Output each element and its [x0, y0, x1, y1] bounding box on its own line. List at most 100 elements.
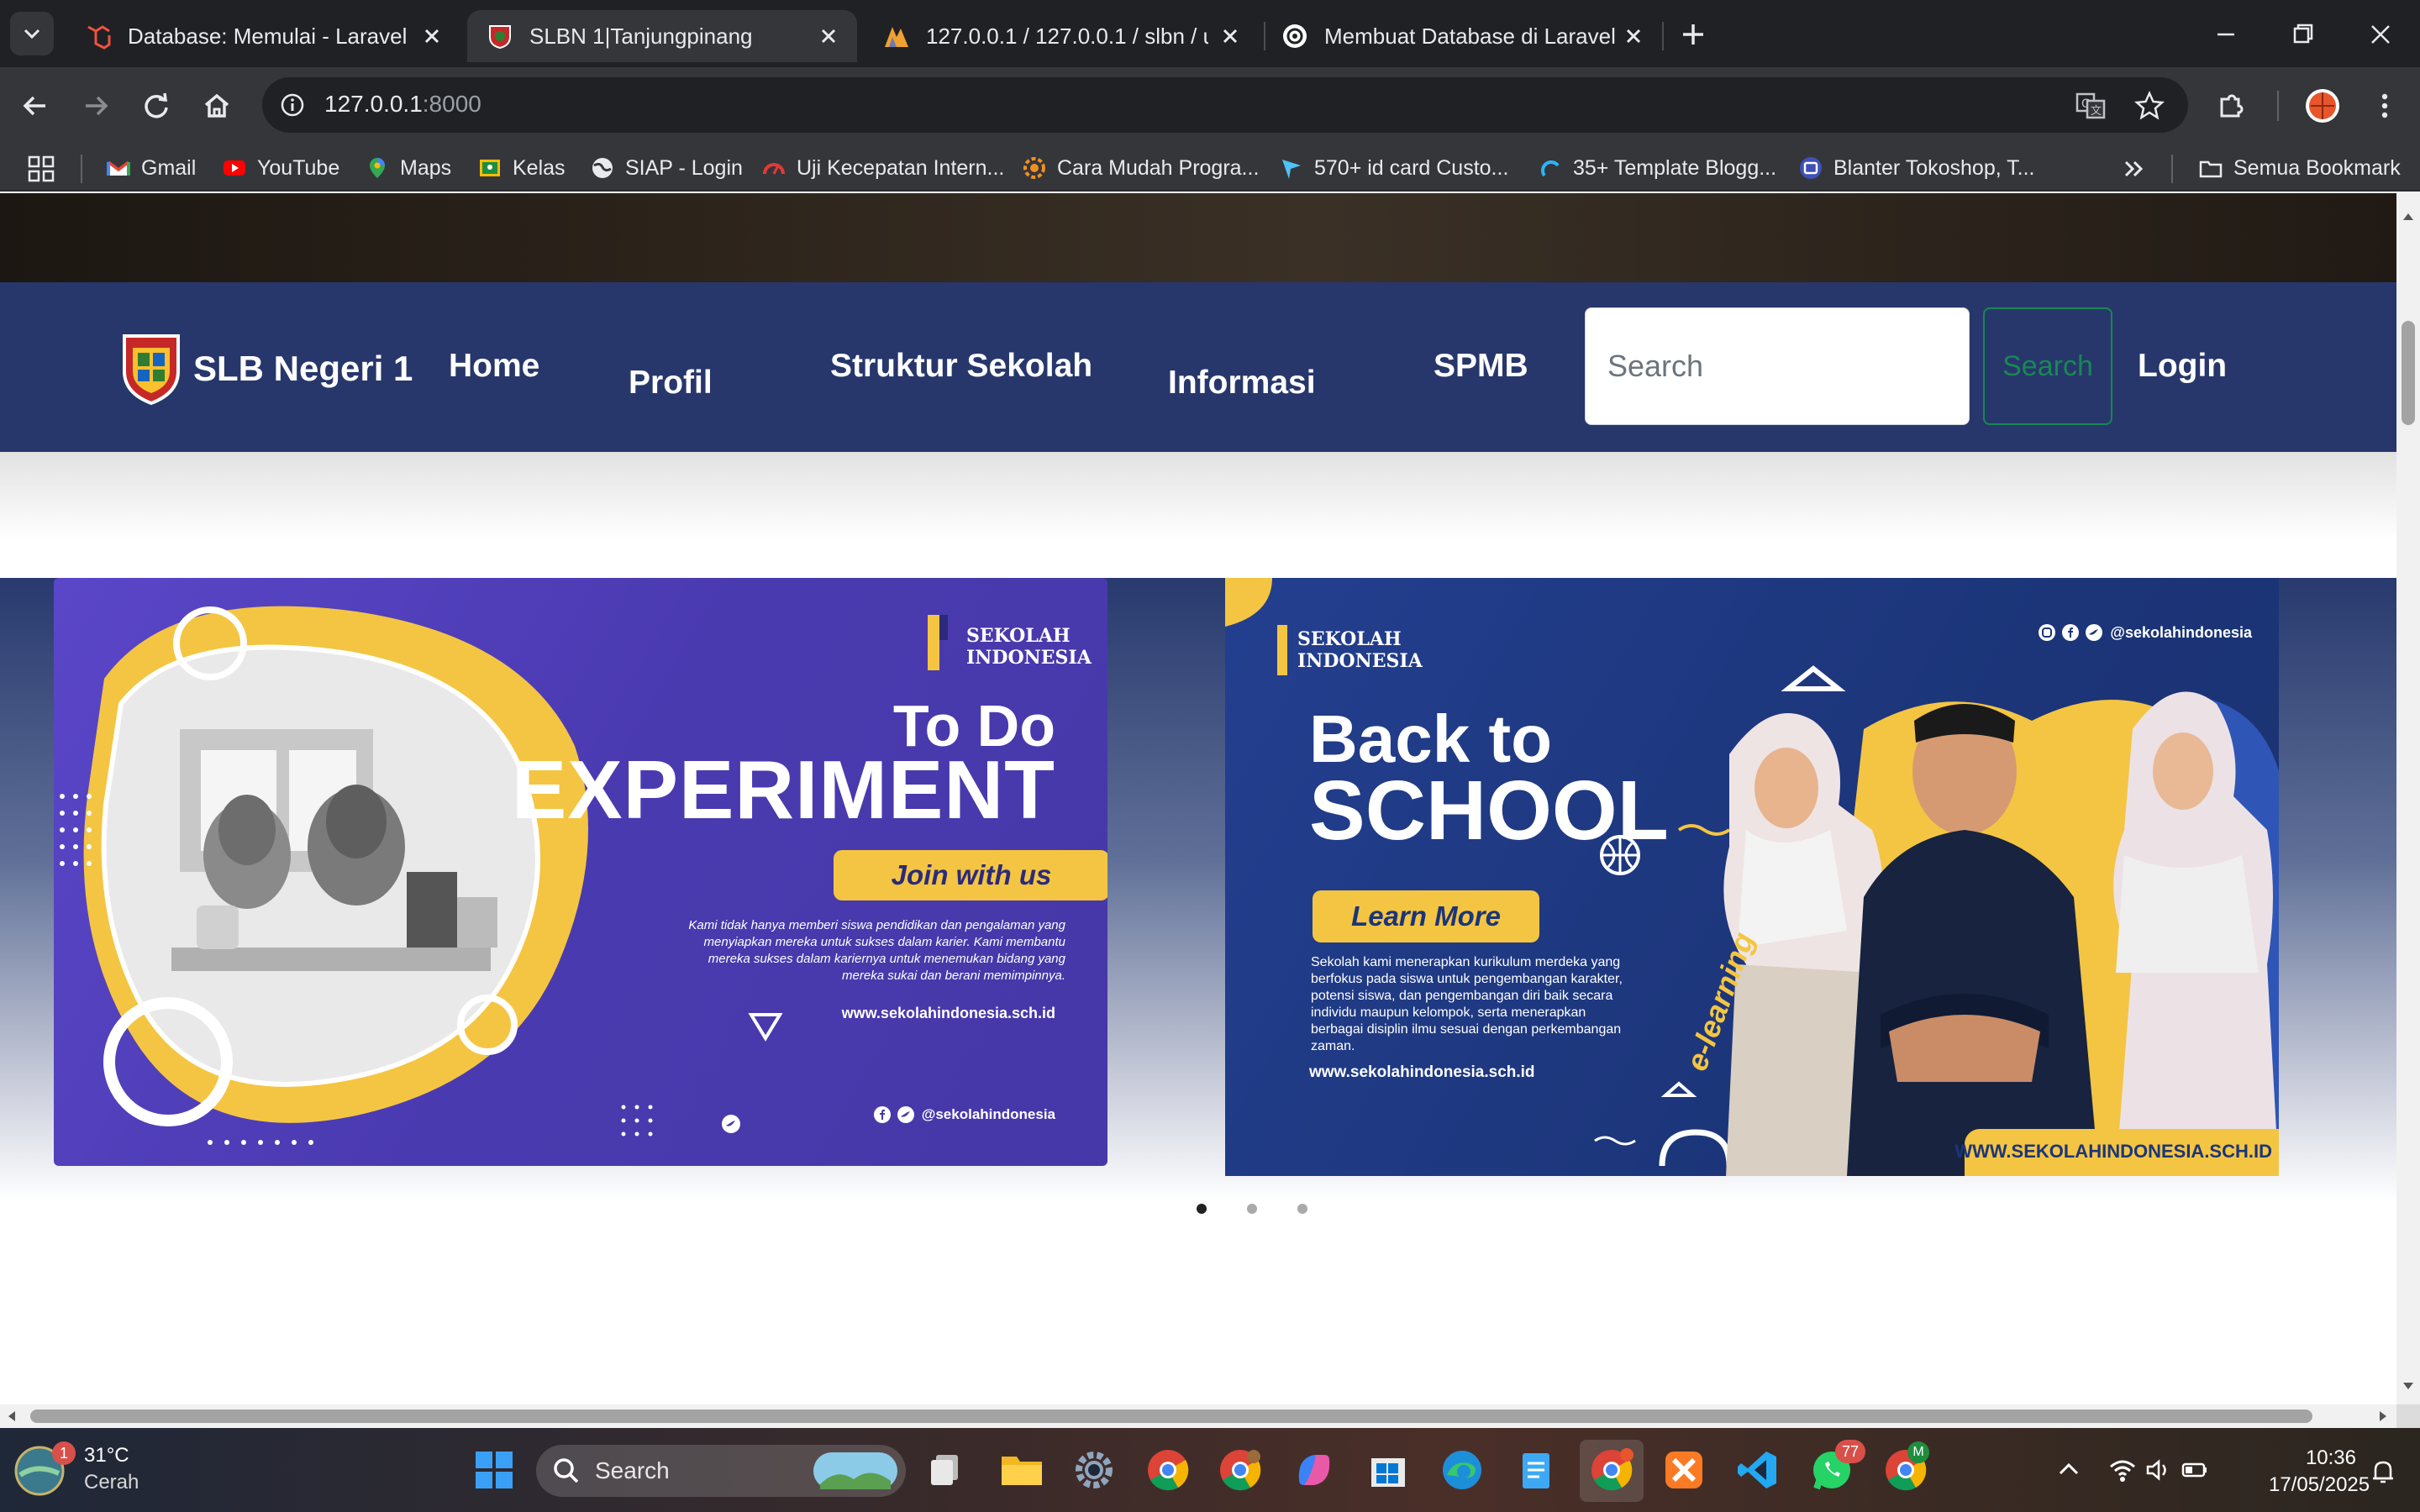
vertical-scroll-thumb[interactable]	[2402, 321, 2415, 425]
volume-icon[interactable]	[2143, 1455, 2173, 1485]
tab-laravel-docs[interactable]: Database: Memulai - Laravel 11	[66, 10, 460, 62]
slide-2-brand-line: SEKOLAH	[1297, 628, 1402, 650]
nav-spmb[interactable]: SPMB	[1434, 348, 1528, 385]
task-view-icon[interactable]	[924, 1446, 971, 1494]
bookmark-youtube[interactable]: YouTube	[222, 150, 339, 186]
battery-icon[interactable]	[2180, 1455, 2210, 1485]
vertical-scrollbar[interactable]	[2396, 193, 2420, 1404]
show-hidden-icons-icon[interactable]	[2054, 1455, 2084, 1485]
new-tab-icon[interactable]	[1676, 17, 1711, 52]
translate-icon[interactable]: G文	[2074, 89, 2107, 123]
nav-home[interactable]: Home	[449, 348, 539, 385]
slide-2-brand-mark	[1277, 625, 1287, 675]
carousel-slide-2[interactable]: SEKOLAH INDONESIA @sekolahindonesia Back…	[1225, 578, 2279, 1176]
bookmark-template-blogger[interactable]: 35+ Template Blogg...	[1538, 150, 1776, 186]
close-icon[interactable]	[1620, 23, 1647, 50]
settings-gear-icon[interactable]	[1071, 1446, 1118, 1494]
close-window-icon[interactable]	[2363, 17, 2398, 52]
all-bookmarks[interactable]: Semua Bookmark	[2198, 150, 2401, 186]
carousel-indicator-1[interactable]	[1197, 1204, 1207, 1214]
menu-kebab-icon[interactable]	[2366, 87, 2403, 124]
profile-avatar[interactable]	[2304, 87, 2341, 124]
slide-1-website: www.sekolahindonesia.sch.id	[841, 1005, 1055, 1021]
tab-search-button[interactable]	[10, 12, 54, 55]
scroll-up-icon[interactable]	[2400, 208, 2417, 225]
clock[interactable]: 10:36 17/05/2025	[2269, 1445, 2370, 1499]
bookmark-id-card[interactable]: 570+ id card Custo...	[1279, 150, 1508, 186]
slide-1-social-handle: @sekolahindonesia	[921, 1106, 1055, 1122]
slide-2-social-handle: @sekolahindonesia	[2110, 623, 2252, 641]
vscode-icon[interactable]	[1734, 1446, 1781, 1494]
nav-profil[interactable]: Profil	[629, 365, 713, 402]
search-input[interactable]	[1585, 307, 1970, 425]
file-explorer-icon[interactable]	[998, 1446, 1045, 1494]
notepad-icon[interactable]	[1512, 1446, 1560, 1494]
scroll-left-icon[interactable]	[3, 1408, 20, 1425]
laravel-icon	[87, 25, 111, 50]
url-port: :8000	[422, 91, 481, 117]
url-text[interactable]: 127.0.0.1:8000	[324, 91, 481, 118]
apps-grid-icon[interactable]	[27, 155, 55, 183]
bookmark-maps[interactable]: Maps	[365, 150, 451, 186]
scroll-right-icon[interactable]	[2375, 1408, 2391, 1425]
forward-arrow-icon[interactable]	[77, 87, 114, 124]
notification-bell-icon[interactable]	[2368, 1457, 2398, 1487]
home-icon[interactable]	[198, 87, 235, 124]
nav-informasi[interactable]: Informasi	[1168, 365, 1316, 402]
bookmark-speedtest[interactable]: Uji Kecepatan Intern...	[761, 150, 1004, 186]
restore-icon[interactable]	[2286, 17, 2321, 52]
wifi-icon[interactable]	[2107, 1455, 2138, 1485]
back-arrow-icon[interactable]	[17, 87, 54, 124]
slide-1-body-line: mereka sukses dalam kariernya untuk mene…	[708, 952, 1065, 966]
nav-login[interactable]: Login	[2138, 348, 2227, 385]
tab-chatgpt[interactable]: Membuat Database di Laravel	[1262, 10, 1662, 62]
xampp-icon[interactable]	[1660, 1446, 1707, 1494]
carousel-indicator-3[interactable]	[1297, 1204, 1307, 1214]
reload-icon[interactable]	[138, 87, 175, 124]
gear-logo-icon	[1023, 157, 1045, 179]
bookmark-gmail[interactable]: Gmail	[106, 150, 196, 186]
scroll-down-icon[interactable]	[2400, 1378, 2417, 1394]
extensions-icon[interactable]	[2213, 87, 2250, 124]
more-bookmarks-icon[interactable]	[2119, 155, 2148, 183]
tab-slbn[interactable]: SLBN 1|Tanjungpinang	[467, 10, 857, 62]
edge-icon[interactable]	[1439, 1446, 1486, 1494]
brand[interactable]: SLB Negeri 1	[118, 331, 413, 407]
taskbar-active-chrome[interactable]	[1580, 1440, 1644, 1502]
slide-2-cta[interactable]: Learn More	[1313, 890, 1539, 942]
search-button[interactable]: Search	[1983, 307, 2112, 425]
horizontal-scroll-thumb[interactable]	[30, 1410, 2312, 1423]
site-info-icon[interactable]	[279, 92, 306, 118]
nav-struktur-sekolah[interactable]: Struktur Sekolah	[830, 348, 1092, 385]
close-icon[interactable]	[815, 23, 842, 50]
horizontal-scrollbar[interactable]	[0, 1404, 2396, 1428]
taskbar-chrome-profile-m[interactable]: M	[1882, 1441, 1929, 1494]
tab-phpmyadmin[interactable]: 127.0.0.1 / 127.0.0.1 / slbn / use	[864, 10, 1259, 62]
carousel-indicator-2[interactable]	[1247, 1204, 1257, 1214]
bookmark-star-icon[interactable]	[2133, 89, 2166, 123]
copilot-icon[interactable]	[1291, 1446, 1338, 1494]
whatsapp-badge: 77	[1835, 1440, 1865, 1463]
close-icon[interactable]	[1217, 23, 1244, 50]
weather-widget[interactable]: 1 31°C Cerah	[12, 1441, 139, 1497]
bookmark-siap-login[interactable]: SIAP - Login	[590, 150, 743, 186]
bookmark-cara-mudah[interactable]: Cara Mudah Progra...	[1022, 150, 1259, 186]
bookmark-kelas[interactable]: Kelas	[477, 150, 566, 186]
microsoft-store-icon[interactable]	[1365, 1446, 1412, 1494]
bookmark-label: Semua Bookmark	[2233, 155, 2401, 180]
carousel-slide-1[interactable]: SEKOLAH INDONESIA To Do EXPERIMENT Join …	[54, 578, 1107, 1166]
taskbar-whatsapp[interactable]: 77	[1808, 1440, 1865, 1494]
weather-temp: 31°C	[84, 1444, 129, 1467]
chrome-profile-icon[interactable]	[1217, 1446, 1264, 1494]
taskbar-search[interactable]: Search	[536, 1445, 906, 1497]
navbar-shadow	[0, 452, 2396, 578]
close-icon[interactable]	[418, 23, 445, 50]
slide-1-cta[interactable]: Join with us	[834, 850, 1107, 900]
bookmark-blanter[interactable]: Blanter Tokoshop, T...	[1798, 150, 2035, 186]
search-highlight-image	[813, 1452, 897, 1489]
slide-1-brand-line: SEKOLAH	[966, 625, 1071, 647]
address-bar[interactable]: 127.0.0.1:8000 G文	[262, 77, 2188, 133]
minimize-icon[interactable]	[2208, 17, 2244, 52]
windows-start-icon[interactable]	[471, 1446, 518, 1494]
chrome-icon[interactable]	[1144, 1446, 1192, 1494]
